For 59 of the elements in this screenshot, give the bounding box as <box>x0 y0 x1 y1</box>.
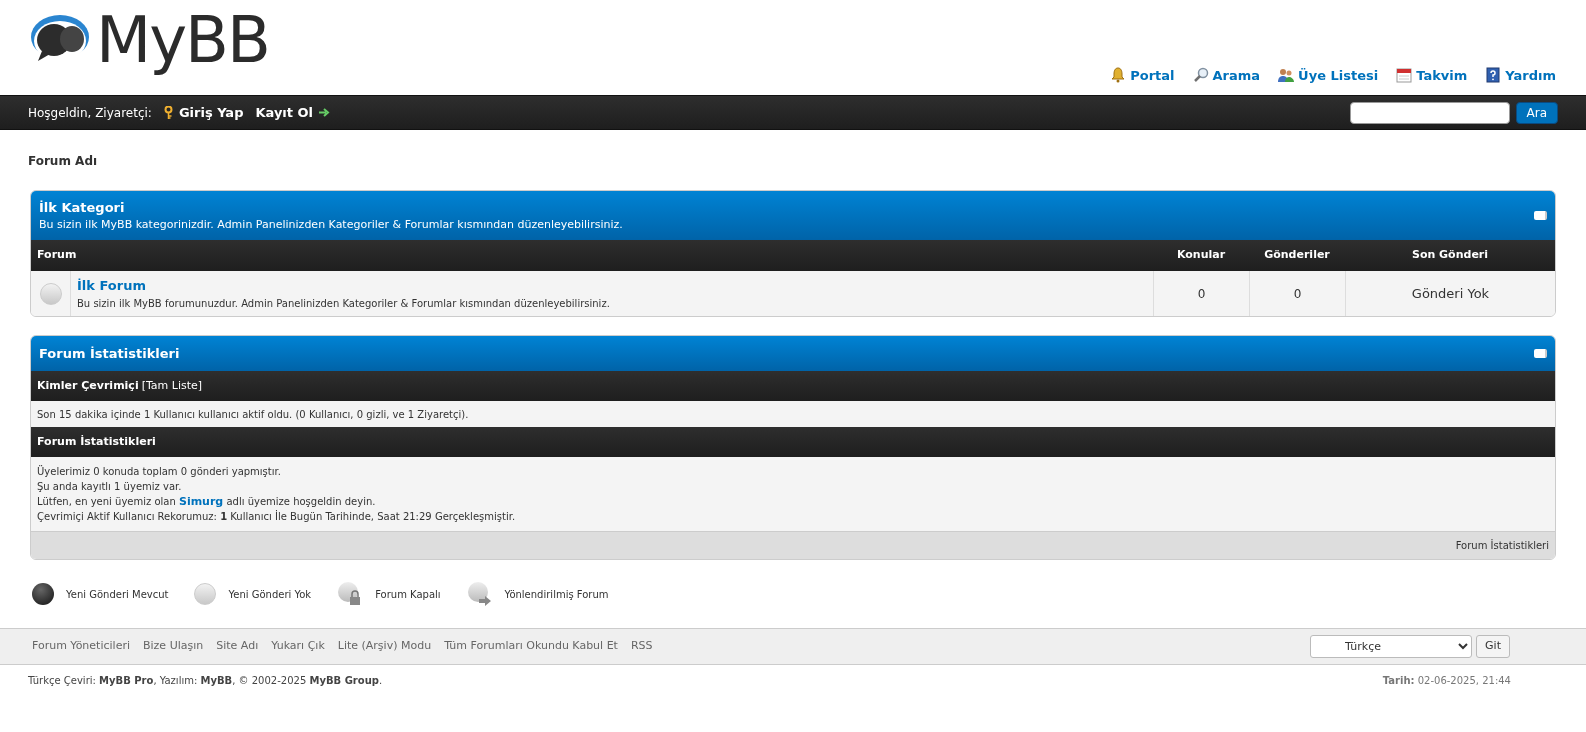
nav-link[interactable]: Yardım <box>1485 65 1556 85</box>
key-icon <box>163 105 173 120</box>
welcome-text: Hoşgeldin, Ziyaretçi: <box>28 104 152 122</box>
help-book-icon <box>1485 67 1502 84</box>
section-heading: Forum İstatistikleri <box>31 427 1555 457</box>
bell-icon <box>1110 67 1127 84</box>
table-cell: Gönderi Yok <box>1345 271 1555 316</box>
collapse-icon[interactable] <box>1534 349 1547 358</box>
footer-link[interactable]: Yukarı Çık <box>271 638 325 655</box>
date-text: Tarih: 02-06-2025, 21:44 <box>1382 674 1511 688</box>
search-icon <box>1192 67 1209 84</box>
legend-label: Yeni Gönderi Mevcut <box>66 587 169 602</box>
panel-title: Forum İstatistikleri <box>39 344 180 363</box>
legend-label: Yeni Gönderi Yok <box>228 587 312 602</box>
table-cell: 0 <box>1153 271 1249 316</box>
stats-line: Lütfen, en yeni üyemiz olan <box>37 495 177 509</box>
login-link[interactable]: Giriş Yap <box>163 102 244 123</box>
stats-line: adlı üyemize hoşgeldin deyin. <box>225 495 376 509</box>
register-link[interactable]: Kayıt Ol <box>255 102 331 123</box>
footer-link[interactable]: Tüm Forumları Okundu Kabul Et <box>444 638 618 655</box>
column-header: Son Gönderi <box>1410 247 1490 264</box>
arrow-dot-icon <box>466 581 493 607</box>
column-header: Gönderiler <box>1263 247 1331 264</box>
people-icon <box>1278 67 1295 84</box>
stats-line: Şu anda kayıtlı 1 üyemiz var. <box>37 480 183 494</box>
nav-link[interactable]: Portal <box>1110 65 1175 85</box>
online-text: Son 15 dakika içinde 1 Kullanıcı kullanıcı aktif oldu. (0 Kullanıcı, 0 gizli, ve 1 Ziyaretçi). <box>31 401 1555 427</box>
section-heading: Kimler Çevrimiçi <box>37 377 139 394</box>
footer-link[interactable]: Site Adı <box>216 638 259 655</box>
go-button[interactable]: Git <box>1476 635 1510 658</box>
footer-link[interactable]: RSS <box>630 638 653 655</box>
language-select[interactable]: Türkçe <box>1310 635 1473 658</box>
search-field[interactable] <box>1349 101 1510 124</box>
full-list-link[interactable]: [Tam Liste] <box>141 377 203 395</box>
category-title[interactable]: İlk Kategori <box>39 197 623 217</box>
footer-link[interactable]: Lite (Arşiv) Modu <box>337 638 432 655</box>
forum-description: Bu sizin ilk MyBB forumunuzdur. Admin Panelinizden Kategoriler & Forumlar kısmından düzenleyebilirsiniz. <box>77 296 611 311</box>
nav-link[interactable]: Üye Listesi <box>1278 65 1379 85</box>
forum-title[interactable]: İlk Forum <box>77 276 1147 296</box>
legend-label: Forum Kapalı <box>375 587 441 602</box>
collapse-icon[interactable] <box>1534 211 1547 220</box>
stats-line: Üyelerimiz 0 konuda toplam 0 gönderi yapmıştır. <box>37 464 282 479</box>
nav-link[interactable]: Arama <box>1192 65 1261 85</box>
category-description: Bu sizin ilk MyBB kategorinizdir. Admin Panelinizden Kategoriler & Forumlar kısmından düzenleyebilirsiniz. <box>39 217 623 233</box>
arrow-right-icon <box>319 108 331 117</box>
breadcrumb[interactable]: Forum Adı <box>28 152 1558 170</box>
calendar-icon <box>1396 67 1413 84</box>
stats-line: Çevrimiçi Aktif Kullanıcı Rekorumuz: 1 Kullanıcı İle Bugün Tarihinde, Saat 21:29 Gerçekleşmiştir. <box>37 509 517 524</box>
nav-link[interactable]: Takvim <box>1396 65 1468 85</box>
column-header: Forum <box>36 247 78 264</box>
copyright-text: Türkçe Çeviri: MyBB Pro, Yazılım: MyBB, © 2002-2025 MyBB Group. <box>28 674 383 688</box>
search-button[interactable]: Ara <box>1515 101 1558 124</box>
stats-link[interactable]: Forum İstatistikleri <box>1455 538 1549 553</box>
footer-link[interactable]: Forum Yöneticileri <box>32 638 130 655</box>
legend-label: Yönlendirilmiş Forum <box>504 587 609 602</box>
member-link[interactable]: Simurg <box>178 494 224 509</box>
table-cell: 0 <box>1249 271 1345 316</box>
column-header: Konular <box>1175 247 1227 264</box>
footer-link[interactable]: Bize Ulaşın <box>143 638 204 655</box>
